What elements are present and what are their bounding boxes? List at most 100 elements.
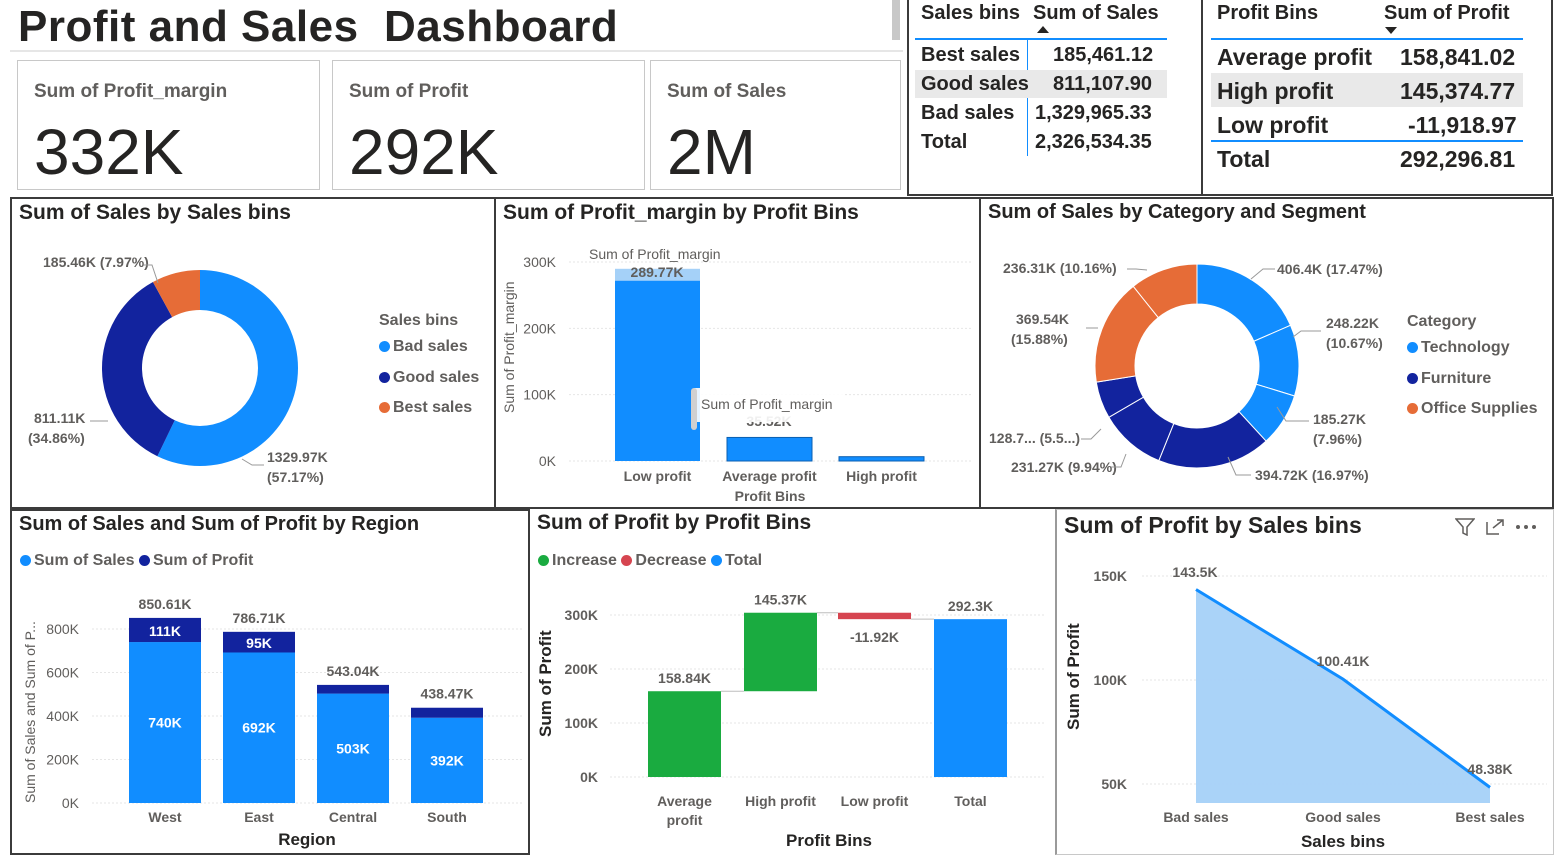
bar[interactable]: [838, 612, 911, 620]
data-label: 392K: [430, 752, 463, 768]
y-axis-title: Sum of Profit: [1064, 623, 1083, 730]
data-label: (34.86%): [28, 430, 85, 446]
legend-item-good-sales[interactable]: Good sales: [379, 369, 479, 387]
x-tick-label: Bad sales: [1163, 809, 1229, 825]
legend-label: Technology: [1421, 339, 1510, 356]
bar[interactable]: [744, 612, 817, 692]
table-total-value: 292,296.81: [1400, 146, 1516, 172]
area-chart-profit[interactable]: 150K 100K 50K 143.5K 100.41K 48.38K Bad sales G…: [1057, 510, 1554, 854]
bar[interactable]: [838, 456, 925, 462]
x-tick-label: profit: [667, 812, 703, 828]
data-label: 438.47K: [421, 686, 474, 702]
table-total-label: Total: [1217, 146, 1271, 172]
chart-profit-by-profit-bins[interactable]: Sum of Profit by Profit Bins Increase De…: [530, 509, 1055, 855]
stacked-bar-chart-region[interactable]: 800K 600K 400K 200K 0K 740K 111K 850.61K West 692…: [12, 511, 530, 855]
kpi-card-profit-margin[interactable]: Sum of Profit_margin 332K: [17, 60, 320, 190]
area-fill[interactable]: [1196, 589, 1490, 803]
chart-profit-by-sales-bins[interactable]: Sum of Profit by Sales bins 150K 100K 50K 1…: [1055, 509, 1554, 855]
table-header-profit-bins[interactable]: Profit Bins: [1217, 2, 1318, 25]
scrollbar-thumb[interactable]: [892, 0, 900, 40]
data-label: 740K: [148, 715, 181, 731]
chart-sales-profit-by-region[interactable]: Sum of Sales and Sum of Profit by Region…: [10, 509, 530, 855]
y-tick-label: 100K: [1094, 672, 1127, 688]
x-tick-label: Low profit: [841, 793, 909, 809]
data-label: 289.77K: [631, 264, 684, 280]
leader-line: [1250, 268, 1275, 280]
y-tick-label: 100K: [565, 715, 598, 731]
bar[interactable]: [726, 436, 813, 462]
data-label: 692K: [242, 720, 275, 736]
kpi-card-sales[interactable]: Sum of Sales 2M: [650, 60, 901, 190]
table-cell: Average profit: [1217, 44, 1373, 70]
table-cell: 185,461.12: [1053, 44, 1154, 66]
legend-title: Sales bins: [379, 312, 459, 329]
kpi-card-profit[interactable]: Sum of Profit 292K: [332, 60, 645, 190]
kpi-label: Sum of Profit_margin: [34, 81, 228, 102]
data-label: 185.27K: [1313, 411, 1366, 427]
table-header-sum-of-profit[interactable]: Sum of Profit: [1384, 2, 1510, 25]
data-label: 811.11K: [34, 410, 85, 426]
legend-item-bad-sales[interactable]: Bad sales: [379, 338, 468, 356]
legend-title: Category: [1407, 313, 1477, 330]
legend-dot-icon: [1407, 403, 1418, 415]
data-label: 543.04K: [327, 663, 380, 679]
legend-item-best-sales[interactable]: Best sales: [379, 399, 472, 417]
chart-sales-by-sales-bins[interactable]: Sum of Sales by Sales bins 185.46K (7.97…: [10, 197, 496, 509]
data-label: (57.17%): [267, 469, 324, 485]
leader-line: [241, 458, 264, 466]
x-axis-title: Profit Bins: [735, 488, 806, 504]
bar-profit[interactable]: [411, 707, 483, 718]
x-tick-label: Good sales: [1305, 809, 1381, 825]
kpi-value: 2M: [667, 116, 756, 188]
y-axis-title: Sum of Sales and Sum of P...: [22, 621, 38, 803]
x-axis-title: Region: [278, 830, 336, 849]
bar[interactable]: [648, 691, 721, 777]
tooltip-handle[interactable]: [691, 388, 697, 430]
y-tick-label: 0K: [580, 769, 598, 785]
chart-profit-margin-by-profit-bins[interactable]: Sum of Profit_margin by Profit Bins 300K…: [494, 197, 981, 509]
table-header-sales-bins[interactable]: Sales bins: [921, 2, 1020, 25]
data-label: (7.96%): [1313, 431, 1362, 447]
legend-label: Good sales: [393, 369, 480, 386]
x-tick-label: Total: [954, 793, 986, 809]
profit-bins-table[interactable]: Profit Bins Sum of Profit Average profit…: [1203, 0, 1553, 196]
legend-item-furniture[interactable]: Furniture: [1407, 370, 1491, 388]
sort-ascending-icon[interactable]: [1037, 26, 1049, 33]
table-cell: Low profit: [1217, 112, 1329, 138]
y-tick-label: 0K: [62, 795, 80, 811]
data-label: 1329.97K: [267, 449, 328, 465]
data-label: 503K: [336, 740, 369, 756]
legend-item-office-supplies[interactable]: Office Supplies: [1407, 400, 1537, 418]
sales-bins-table[interactable]: Sales bins Sum of Sales Best sales 185,4…: [907, 0, 1203, 196]
y-tick-label: 800K: [46, 621, 79, 637]
bar-profit[interactable]: [317, 684, 389, 694]
x-axis-title: Sales bins: [1301, 832, 1385, 851]
x-tick-label: Best sales: [1455, 809, 1524, 825]
bar-chart-profit-margin[interactable]: 300K 200K 100K 0K Low profit Average profit Hi…: [496, 199, 981, 509]
kpi-value: 292K: [349, 116, 499, 188]
y-tick-label: 200K: [523, 320, 556, 336]
chart-sales-by-category-segment[interactable]: Sum of Sales by Category and Segment 406…: [979, 197, 1554, 509]
legend-dot-icon: [379, 372, 390, 384]
data-label: -11.92K: [850, 629, 899, 645]
table-cell: Good sales: [921, 73, 1029, 95]
title-divider: [10, 50, 903, 52]
table-cell: 158,841.02: [1400, 44, 1516, 70]
waterfall-chart-profit[interactable]: 300K 200K 100K 0K 158.84K Average profit 145.37…: [530, 509, 1055, 855]
legend-item-technology[interactable]: Technology: [1407, 339, 1510, 357]
data-label: 48.38K: [1467, 761, 1512, 777]
data-label: 850.61K: [139, 596, 192, 612]
table-total-label: Total: [921, 131, 968, 153]
table-header-sum-of-sales[interactable]: Sum of Sales: [1033, 2, 1159, 25]
x-tick-label: High profit: [745, 793, 816, 809]
bar[interactable]: [934, 619, 1007, 777]
y-tick-label: 50K: [1101, 776, 1127, 792]
leader-line: [1292, 330, 1321, 338]
legend-label: Bad sales: [393, 338, 468, 355]
table-cell: 811,107.90: [1053, 73, 1152, 95]
sort-descending-icon[interactable]: [1385, 27, 1397, 34]
donut-slice[interactable]: [101, 282, 175, 457]
data-label: 100.41K: [1317, 653, 1370, 669]
legend-dot-icon: [1407, 342, 1418, 354]
bar[interactable]: [615, 280, 700, 461]
